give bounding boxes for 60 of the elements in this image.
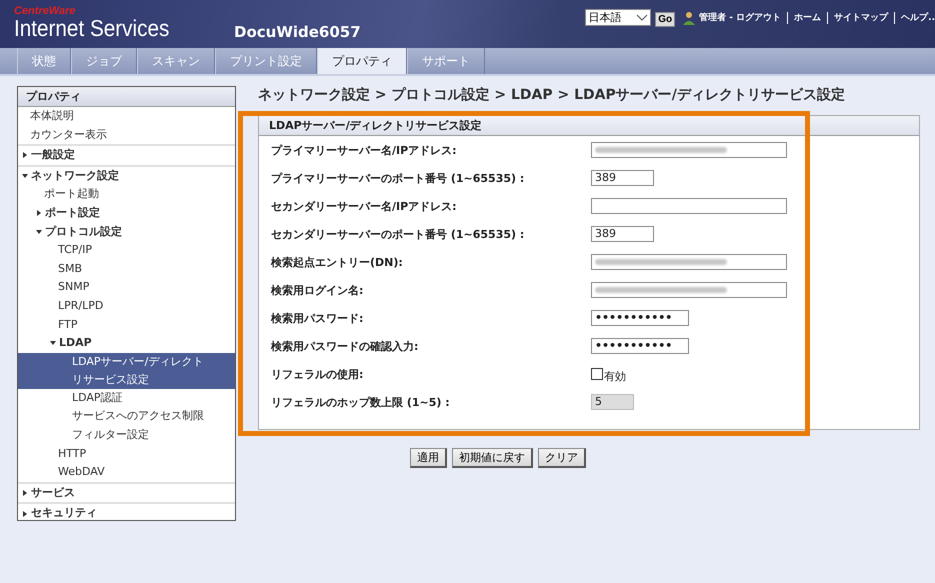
input-field[interactable]: 389 (591, 226, 654, 242)
language-select[interactable]: 日本語 (585, 9, 652, 26)
sidebar-item[interactable]: セキュリティ (18, 502, 235, 523)
sidebar-item[interactable]: カウンター表示 (18, 126, 235, 144)
input-field[interactable] (591, 142, 787, 158)
logo-subtitle: CentreWare (14, 6, 77, 16)
sidebar-title: プロパティ (18, 87, 235, 107)
sidebar-item[interactable]: 本体説明 (18, 107, 235, 126)
sidebar-item[interactable]: ポート起動 (18, 185, 235, 204)
field-label: 検索用ログイン名: (270, 282, 364, 298)
breadcrumb: ネットワーク設定 > プロトコル設定 > LDAP > LDAPサーバー/ディレクトリサービス設定 (258, 86, 846, 105)
sidebar-item[interactable]: TCP/IP (18, 241, 235, 260)
form-button[interactable]: クリア (538, 448, 586, 468)
sidebar-item[interactable]: SNMP (18, 278, 235, 297)
field-label: リフェラルのホップ数上限 (1~5) : (270, 394, 451, 410)
sidebar-item[interactable]: LDAP認証 (18, 388, 235, 408)
field-label: プライマリーサーバー名/IPアドレス: (270, 142, 458, 158)
form-button[interactable]: 初期値に戻す (452, 448, 533, 468)
field-label: セカンダリーサーバーのポート番号 (1~65535) : (270, 226, 526, 242)
input-field[interactable]: ••••••••••• (591, 338, 689, 354)
device-name: DocuWide6057 (234, 23, 361, 41)
input-field[interactable]: 389 (591, 170, 654, 186)
sidebar-item[interactable]: ポート設定 (18, 204, 235, 223)
sidebar-item[interactable]: サービス (18, 482, 235, 502)
sidebar-item[interactable]: 一般設定 (18, 144, 235, 165)
header-link[interactable]: ホーム (794, 11, 822, 24)
nav-tab[interactable]: プロパティ (317, 48, 407, 74)
input-field[interactable] (591, 254, 787, 270)
user-icon (683, 10, 696, 24)
input-field[interactable] (591, 282, 787, 298)
sidebar-item[interactable]: LDAP (18, 334, 235, 353)
sidebar-item[interactable]: LDAPサーバー/ディレクトリサービス設定 (18, 352, 235, 389)
go-button[interactable]: Go (655, 12, 676, 27)
field-label: 検索起点エントリー(DN): (270, 254, 404, 270)
header-link[interactable]: サイトマップ (834, 11, 888, 24)
field-label: セカンダリーサーバー名/IPアドレス: (270, 198, 458, 214)
field-label: 検索用パスワードの確認入力: (270, 338, 420, 354)
field-label: プライマリーサーバーのポート番号 (1~65535) : (270, 170, 526, 186)
input-field[interactable] (591, 198, 787, 214)
sidebar-item[interactable]: SMB (18, 260, 235, 278)
logo-title: Internet Services (14, 16, 170, 40)
chevron-down-icon (636, 14, 648, 22)
sidebar-item[interactable]: サービスへのアクセス制限 (18, 407, 235, 426)
header-link[interactable]: ヘルプ.. (901, 11, 935, 24)
checkbox[interactable] (591, 368, 603, 380)
sidebar-item[interactable]: プロトコル設定 (18, 222, 235, 242)
field-label: 検索用パスワード: (270, 310, 364, 326)
checkbox-label: 有効 (604, 368, 626, 384)
input-field[interactable]: ••••••••••• (591, 310, 689, 326)
sidebar-item[interactable]: ネットワーク設定 (18, 164, 235, 186)
sidebar-item[interactable]: HTTP (18, 444, 235, 464)
panel-title: LDAPサーバー/ディレクトリサービス設定 (259, 116, 919, 136)
field-label: リフェラルの使用: (270, 366, 364, 382)
sidebar-item[interactable]: FTP (18, 316, 235, 334)
sidebar-item[interactable]: フィルター設定 (18, 426, 235, 444)
sidebar-item[interactable]: LPR/LPD (18, 296, 235, 316)
input-field[interactable]: 5 (591, 394, 634, 410)
form-button[interactable]: 適用 (410, 448, 447, 468)
sidebar-item[interactable]: WebDAV (18, 463, 235, 482)
logout-link[interactable]: 管理者 - ログアウト (699, 11, 782, 24)
